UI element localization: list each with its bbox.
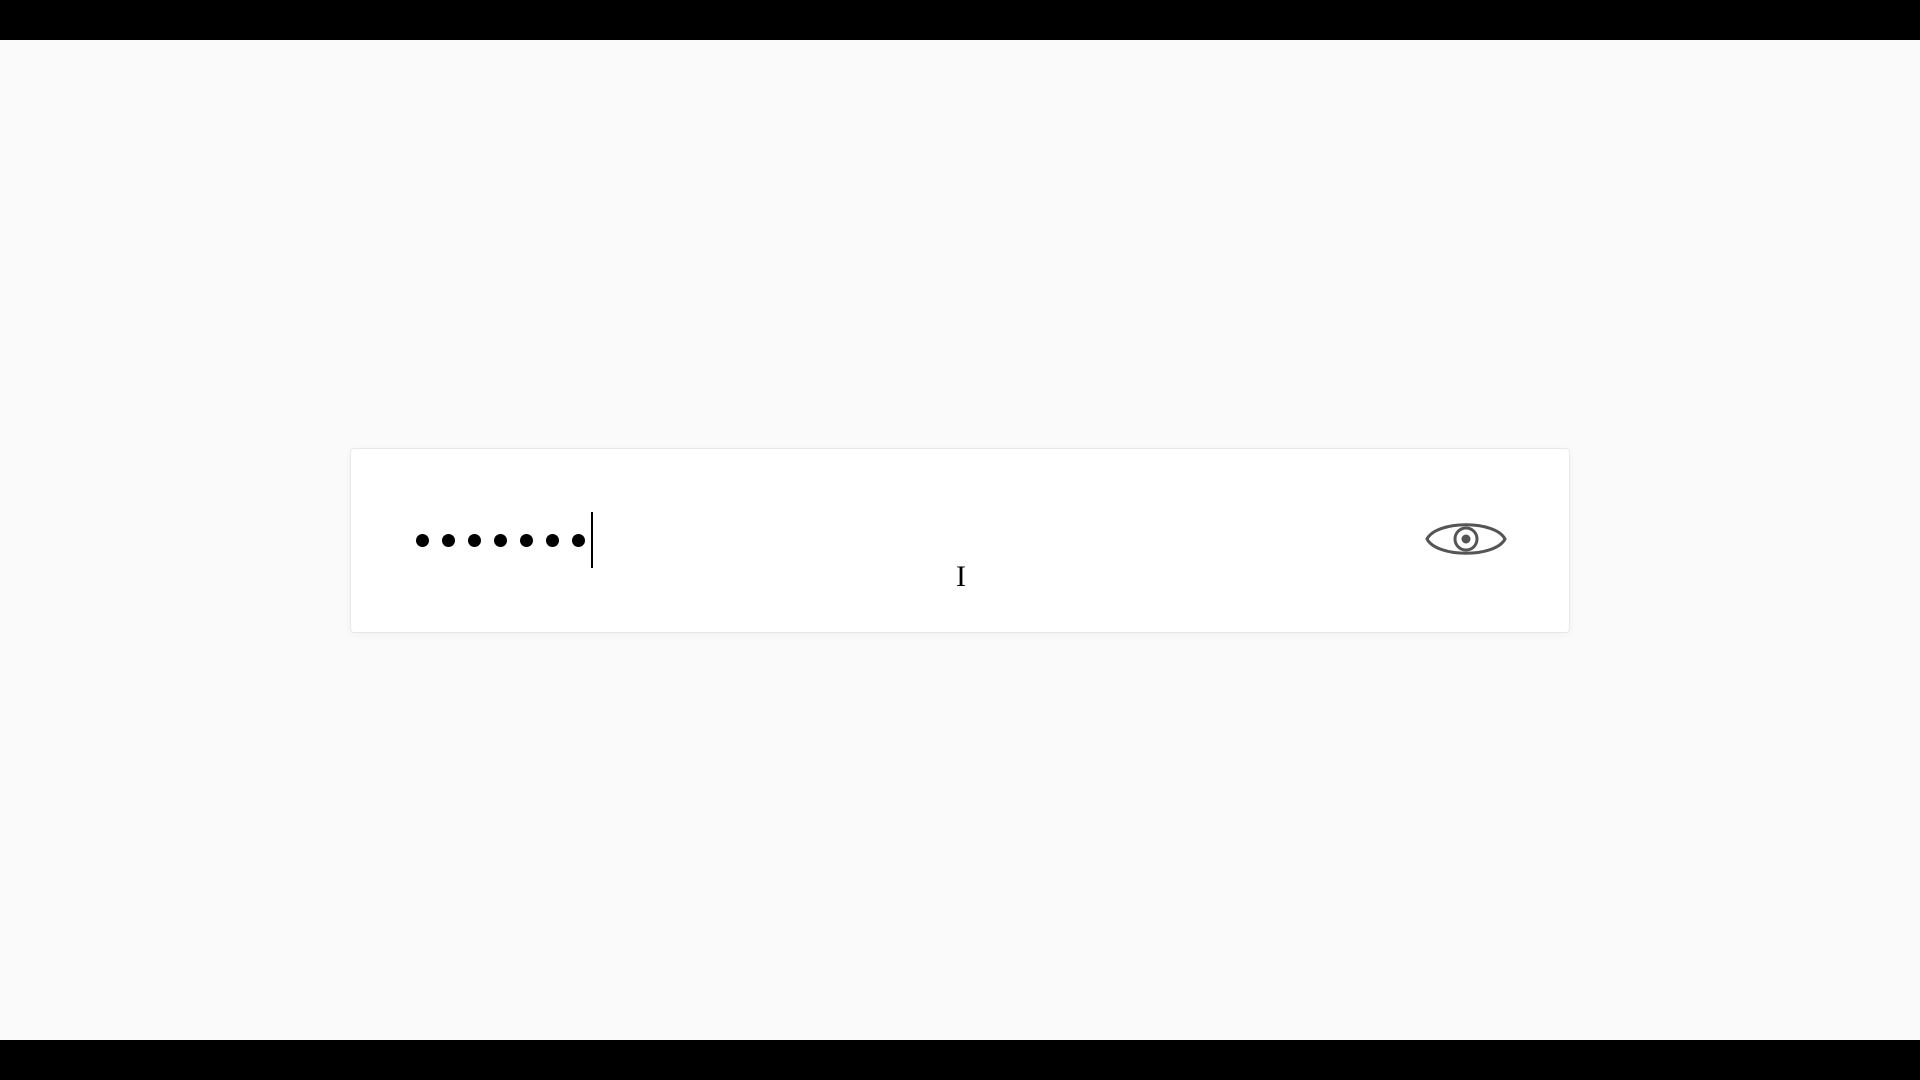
password-dot bbox=[468, 534, 481, 547]
letterbox-top bbox=[0, 0, 1920, 40]
password-dot bbox=[572, 534, 585, 547]
password-masked-value bbox=[416, 534, 585, 547]
password-dot bbox=[520, 534, 533, 547]
content-area bbox=[0, 40, 1920, 1040]
text-cursor bbox=[591, 512, 593, 568]
password-input[interactable] bbox=[350, 448, 1570, 633]
password-dot bbox=[442, 534, 455, 547]
eye-icon bbox=[1423, 514, 1509, 567]
password-dot bbox=[416, 534, 429, 547]
toggle-password-visibility-button[interactable] bbox=[1423, 515, 1509, 565]
password-dot bbox=[494, 534, 507, 547]
letterbox-bottom bbox=[0, 1040, 1920, 1080]
password-dot bbox=[546, 534, 559, 547]
